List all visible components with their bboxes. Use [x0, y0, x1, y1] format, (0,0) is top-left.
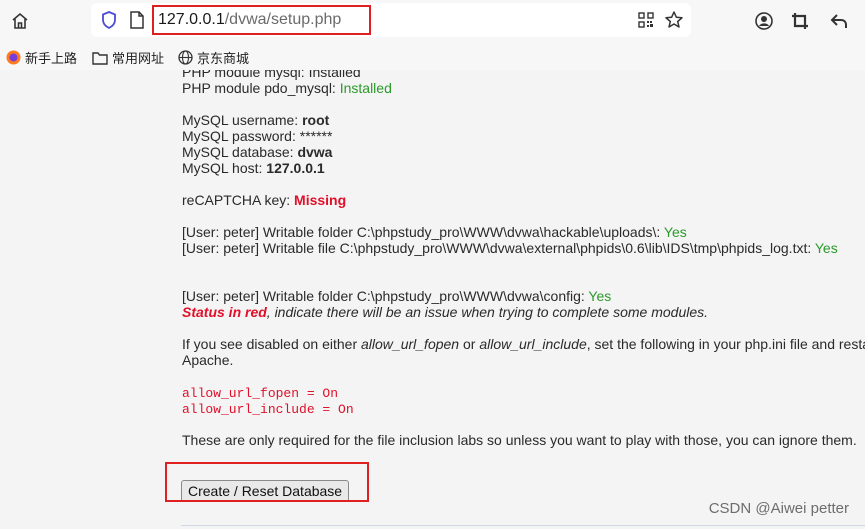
- username-value: root: [302, 112, 330, 128]
- code-line-fopen: allow_url_fopen = On: [182, 384, 865, 401]
- bookmark-item[interactable]: 常用网址: [92, 48, 164, 67]
- config-status: Yes: [588, 288, 612, 304]
- uploads-folder-line: [User: peter] Writable folder C:\phpstud…: [182, 224, 865, 240]
- crop-icon: [792, 13, 808, 29]
- status-red-label: Status in red: [182, 304, 267, 320]
- globe-icon: [178, 50, 193, 65]
- uploads-status: Yes: [663, 224, 687, 240]
- folder-icon: [92, 51, 108, 65]
- status-note-line: Status in red, indicate there will be an…: [182, 304, 865, 320]
- disabled-text-2: or: [459, 336, 480, 352]
- qr-code-button[interactable]: [632, 6, 660, 34]
- disabled-text-1: If you see disabled on either: [182, 336, 362, 352]
- pdo-status: Installed: [339, 80, 392, 96]
- disabled-note-line-2: Apache.: [182, 352, 865, 368]
- inclusion-note-line: These are only required for the file inc…: [182, 432, 865, 448]
- address-bar[interactable]: 127.0.0.1/dvwa/setup.php: [91, 3, 691, 37]
- bookmark-label: 新手上路: [25, 51, 78, 66]
- home-button[interactable]: [6, 7, 34, 35]
- php-module-mysql-text: PHP module mysql: Installed: [182, 70, 361, 80]
- star-icon: [665, 11, 683, 28]
- back-button[interactable]: [825, 7, 853, 35]
- page-content: PHP module mysql: Installed PHP module p…: [0, 70, 865, 529]
- php-module-pdo-line: PHP module pdo_mysql: Installed: [182, 80, 865, 96]
- mysql-username-line: MySQL username: root: [182, 112, 865, 128]
- shield-icon[interactable]: [99, 10, 119, 30]
- pdo-label: PHP module pdo_mysql:: [182, 80, 340, 96]
- status-note-text: , indicate there will be an issue when t…: [266, 304, 709, 320]
- bookmark-label: 常用网址: [112, 51, 165, 66]
- button-highlight-box: [165, 462, 369, 502]
- database-value: dvwa: [297, 144, 333, 160]
- disabled-text-4: Apache.: [182, 352, 234, 368]
- code-line-include: allow_url_include = On: [182, 400, 865, 417]
- recaptcha-status: Missing: [294, 192, 347, 208]
- username-label: MySQL username:: [182, 112, 303, 128]
- browser-toolbar: 127.0.0.1/dvwa/setup.php: [0, 0, 865, 42]
- phpids-label: [User: peter] Writable file C:\phpstudy_…: [182, 240, 815, 256]
- screenshot-button[interactable]: [786, 7, 814, 35]
- undo-arrow-icon: [830, 14, 847, 28]
- database-label: MySQL database:: [182, 144, 298, 160]
- host-value: 127.0.0.1: [266, 160, 325, 176]
- url-highlight-box: [152, 5, 371, 35]
- host-label: MySQL host:: [182, 160, 267, 176]
- watermark-text: CSDN @Aiwei petter: [708, 500, 849, 517]
- bookmark-star-button[interactable]: [660, 6, 688, 34]
- disabled-note-line: If you see disabled on either allow_url_…: [182, 336, 865, 352]
- account-icon: [755, 12, 773, 30]
- bookmark-item[interactable]: 新手上路: [6, 48, 77, 67]
- allow-url-fopen-term: allow_url_fopen: [361, 336, 460, 352]
- setup-check-text: PHP module mysql: Installed PHP module p…: [182, 70, 865, 448]
- phpids-log-line: [User: peter] Writable file C:\phpstudy_…: [182, 240, 865, 256]
- account-button[interactable]: [750, 7, 778, 35]
- allow-url-include-term: allow_url_include: [479, 336, 587, 352]
- bookmarks-bar: 新手上路 常用网址 京东商城: [0, 44, 865, 110]
- page-info-icon[interactable]: [129, 11, 145, 29]
- inclusion-note-text: These are only required for the file inc…: [182, 432, 857, 448]
- mysql-password-line: MySQL password: ******: [182, 128, 865, 144]
- phpids-status: Yes: [814, 240, 838, 256]
- recaptcha-label: reCAPTCHA key:: [182, 192, 295, 208]
- firefox-icon: [6, 50, 21, 65]
- qr-code-icon: [638, 12, 654, 28]
- divider: [181, 525, 865, 526]
- browser-chrome: 127.0.0.1/dvwa/setup.php 新手上路 常用网址 京东商城: [0, 0, 865, 110]
- password-label: MySQL password: ******: [182, 128, 333, 144]
- code-allow-url-include: allow_url_include = On: [182, 402, 354, 417]
- recaptcha-line: reCAPTCHA key: Missing: [182, 192, 865, 208]
- home-icon: [12, 12, 28, 29]
- mysql-database-line: MySQL database: dvwa: [182, 144, 865, 160]
- disabled-text-3: , set the following in your php.ini file…: [586, 336, 865, 352]
- code-allow-url-fopen: allow_url_fopen = On: [182, 386, 339, 401]
- config-folder-line: [User: peter] Writable folder C:\phpstud…: [182, 288, 865, 304]
- bookmark-label: 京东商城: [197, 51, 250, 66]
- config-label: [User: peter] Writable folder C:\phpstud…: [182, 288, 589, 304]
- bookmark-item[interactable]: 京东商城: [178, 48, 249, 67]
- php-module-mysql-line: PHP module mysql: Installed: [182, 70, 865, 80]
- mysql-host-line: MySQL host: 127.0.0.1: [182, 160, 865, 176]
- uploads-label: [User: peter] Writable folder C:\phpstud…: [182, 224, 664, 240]
